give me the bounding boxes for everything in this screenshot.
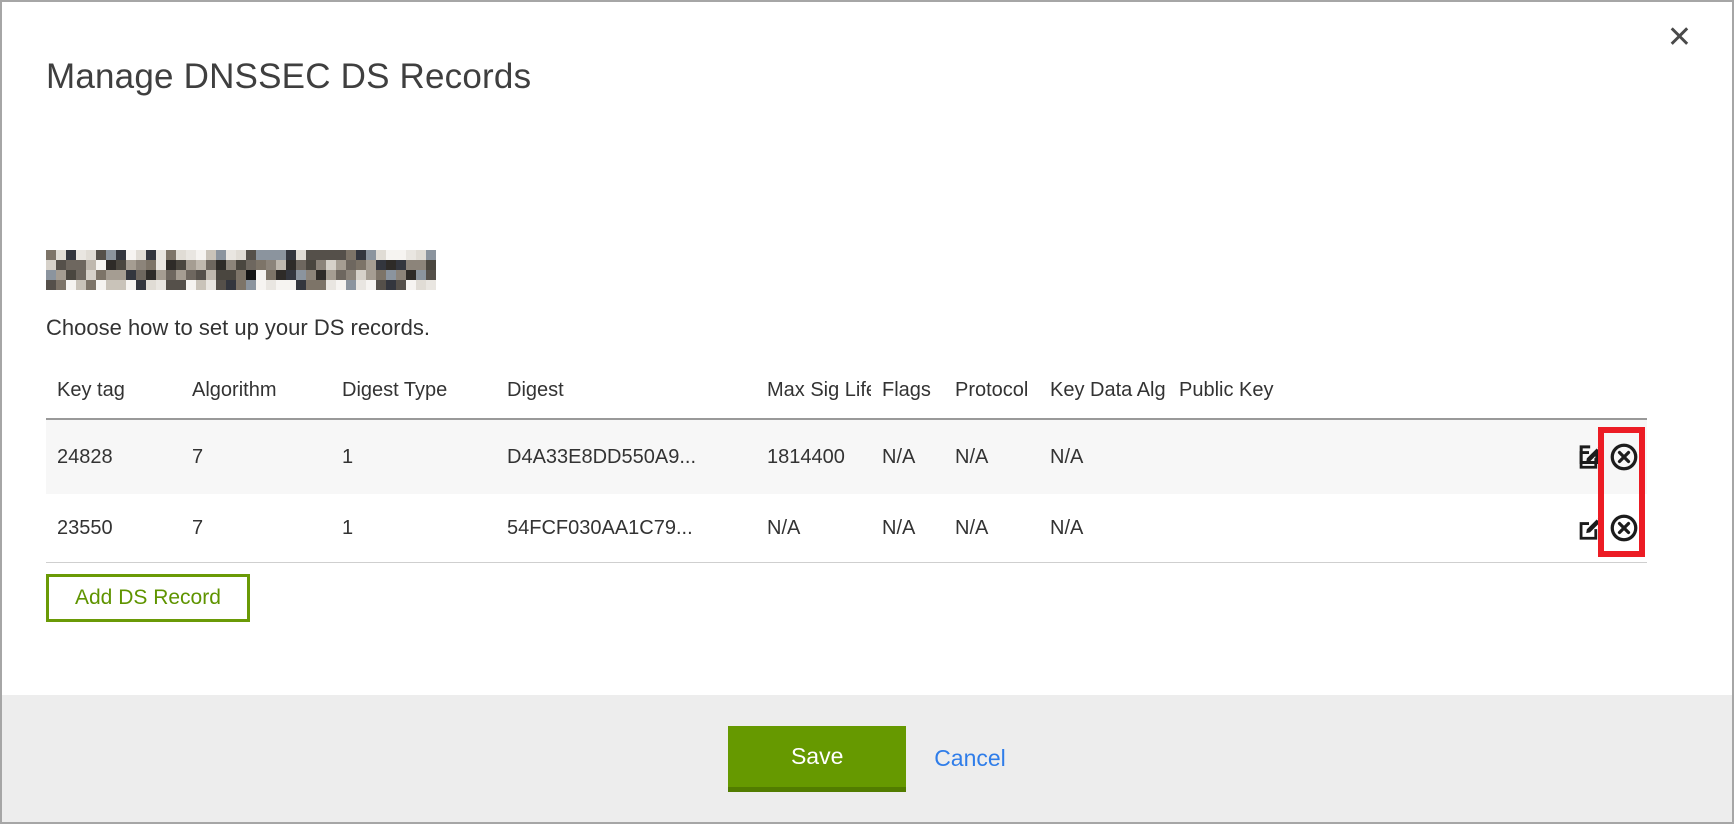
cell-digest: D4A33E8DD550A9... <box>496 446 756 469</box>
instruction-text: Choose how to set up your DS records. <box>46 315 430 341</box>
column-header-algorithm: Algorithm <box>181 379 331 402</box>
cell-digest-type: 1 <box>331 446 496 469</box>
column-header-digest-type: Digest Type <box>331 379 496 402</box>
ds-records-table: Key tag Algorithm Digest Type Digest Max… <box>46 362 1647 563</box>
cell-algorithm: 7 <box>181 517 331 540</box>
cell-protocol: N/A <box>944 446 1039 469</box>
cancel-link[interactable]: Cancel <box>934 745 1006 772</box>
cell-max-sig-life: N/A <box>756 517 871 540</box>
table-row: 23550 7 1 54FCF030AA1C79... N/A N/A N/A … <box>46 494 1647 563</box>
column-header-protocol: Protocol <box>944 379 1039 402</box>
column-header-digest: Digest <box>496 379 756 402</box>
cell-protocol: N/A <box>944 517 1039 540</box>
redacted-domain-name <box>46 250 436 290</box>
page-title: Manage DNSSEC DS Records <box>46 57 531 97</box>
column-header-public-key: Public Key <box>1168 379 1559 402</box>
edit-icon[interactable] <box>1574 442 1604 472</box>
cell-key-data-alg: N/A <box>1039 517 1168 540</box>
column-header-max-sig-life: Max Sig Life <box>756 379 871 402</box>
row-actions <box>1559 442 1647 472</box>
cell-flags: N/A <box>871 446 944 469</box>
cell-algorithm: 7 <box>181 446 331 469</box>
cell-key-tag: 24828 <box>46 446 181 469</box>
cell-flags: N/A <box>871 517 944 540</box>
column-header-key-data-alg: Key Data Alg <box>1039 379 1168 402</box>
column-header-key-tag: Key tag <box>46 379 181 402</box>
column-header-flags: Flags <box>871 379 944 402</box>
close-icon[interactable]: ✕ <box>1661 22 1698 54</box>
save-button[interactable]: Save <box>728 726 906 792</box>
add-ds-record-button[interactable]: Add DS Record <box>46 574 250 622</box>
delete-icon[interactable] <box>1609 442 1639 472</box>
row-actions <box>1559 513 1647 543</box>
cell-key-data-alg: N/A <box>1039 446 1168 469</box>
cell-max-sig-life: 1814400 <box>756 446 871 469</box>
edit-icon[interactable] <box>1574 513 1604 543</box>
delete-icon[interactable] <box>1609 513 1639 543</box>
table-header-row: Key tag Algorithm Digest Type Digest Max… <box>46 362 1647 420</box>
cell-digest-type: 1 <box>331 517 496 540</box>
dialog-footer: Save Cancel <box>2 695 1732 822</box>
cell-digest: 54FCF030AA1C79... <box>496 517 756 540</box>
dialog-window: Manage DNSSEC DS Records ✕ Choose how to… <box>0 0 1734 824</box>
cell-key-tag: 23550 <box>46 517 181 540</box>
table-row: 24828 7 1 D4A33E8DD550A9... 1814400 N/A … <box>46 420 1647 494</box>
